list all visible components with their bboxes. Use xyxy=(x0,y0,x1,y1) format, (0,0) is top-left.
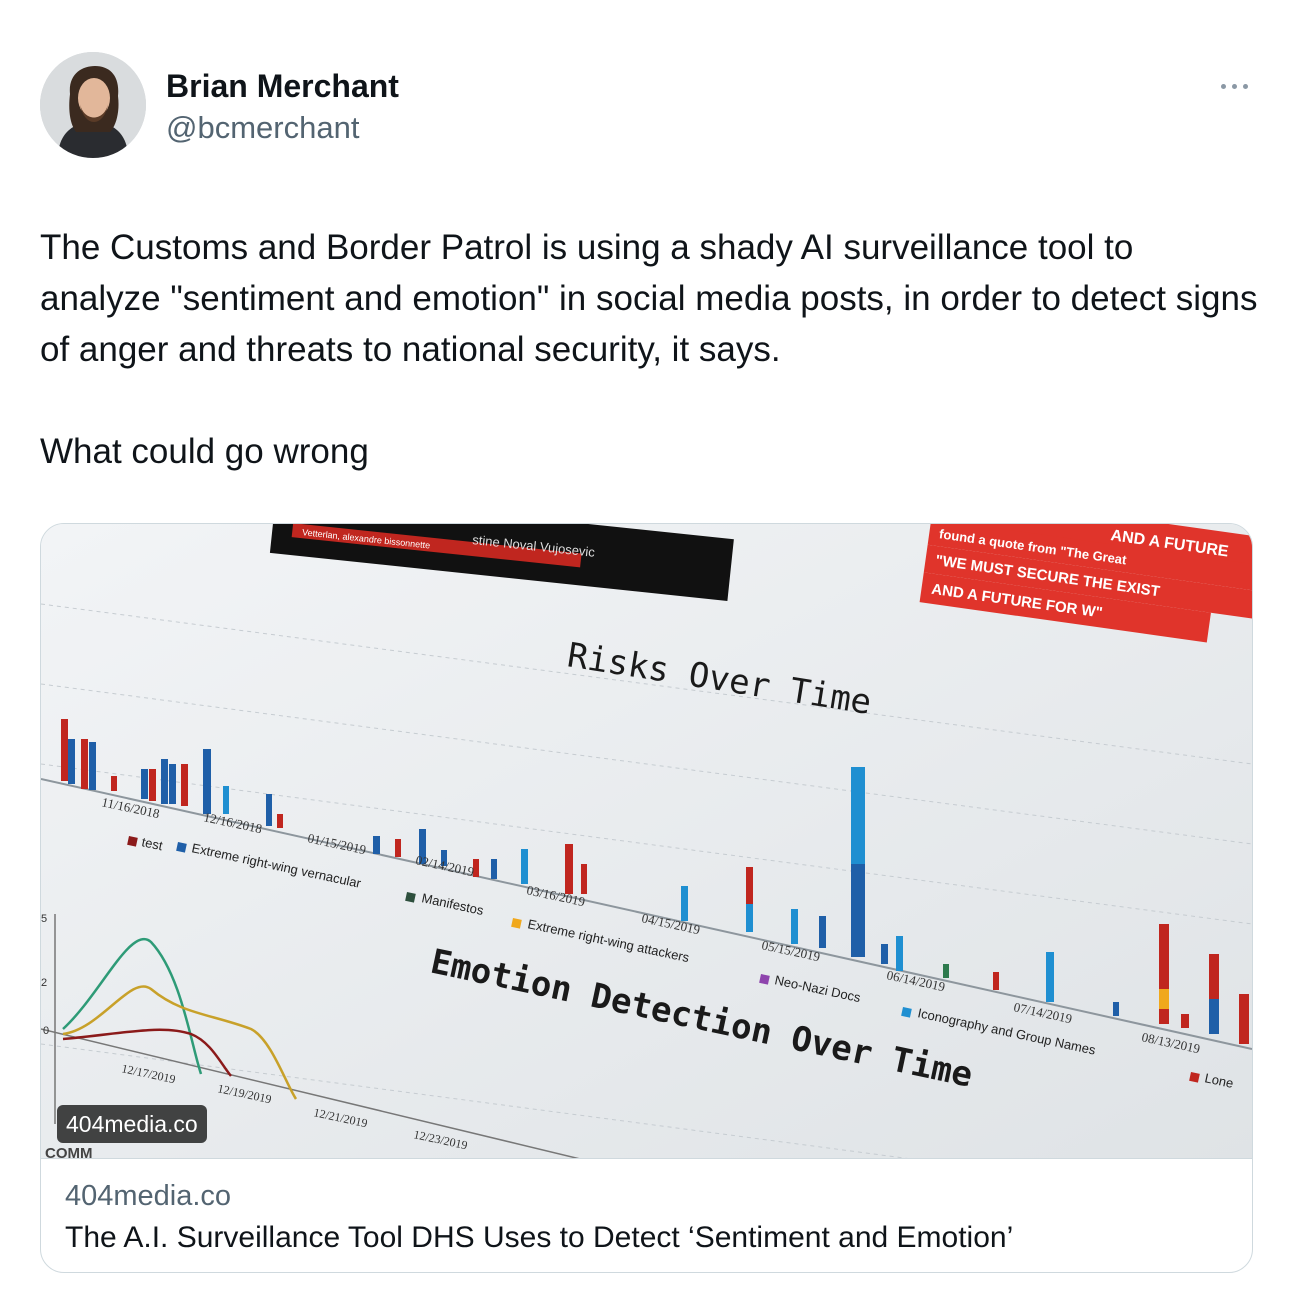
avatar-portrait xyxy=(40,52,146,158)
author-name[interactable]: Brian Merchant xyxy=(166,68,399,105)
link-card-domain-badge: 404media.co xyxy=(57,1105,207,1143)
link-card-title[interactable]: The A.I. Surveillance Tool DHS Uses to D… xyxy=(65,1221,1013,1255)
link-card-domain: 404media.co xyxy=(65,1180,232,1212)
more-horizontal-icon[interactable] xyxy=(1218,76,1252,96)
link-card-image[interactable]: stine Noval Vujosevic Vetterlan, alexand… xyxy=(41,524,1252,1158)
axis-tick-2: 0 xyxy=(43,1025,49,1037)
link-card-divider xyxy=(41,1158,1252,1159)
axis-tick-1: 2 xyxy=(41,977,47,989)
link-card[interactable]: stine Noval Vujosevic Vetterlan, alexand… xyxy=(40,523,1253,1273)
comm-label: COMM xyxy=(45,1145,93,1158)
author-avatar[interactable] xyxy=(40,52,146,158)
tweet-text: The Customs and Border Patrol is using a… xyxy=(40,228,1258,471)
axis-tick-0: 5 xyxy=(41,913,47,925)
author-handle[interactable]: @bcmerchant xyxy=(166,110,359,146)
chart-photo: stine Noval Vujosevic Vetterlan, alexand… xyxy=(41,524,1252,1158)
